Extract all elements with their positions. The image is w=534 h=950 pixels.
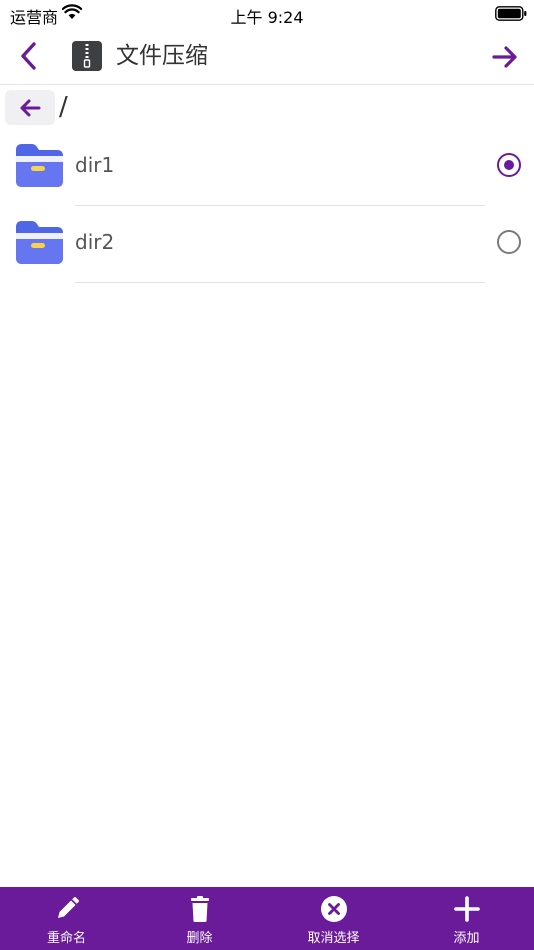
delete-label: 删除 xyxy=(186,931,213,946)
deselect-button[interactable]: 取消选择 xyxy=(267,887,400,950)
forward-arrow-icon[interactable] xyxy=(490,42,520,72)
divider xyxy=(75,282,485,283)
item-name: dir2 xyxy=(75,230,115,254)
folder-icon xyxy=(16,144,63,187)
deselect-label: 取消选择 xyxy=(307,931,360,946)
divider xyxy=(75,205,485,206)
app-screen: 运营商 上午 9:24 文件压缩 / dir1 dir2 重命名 删除 取消选择… xyxy=(0,0,534,950)
left-arrow-icon xyxy=(20,99,41,117)
current-path: / xyxy=(59,92,68,122)
item-name: dir1 xyxy=(75,153,115,177)
pencil-icon xyxy=(57,897,79,918)
plus-icon xyxy=(453,896,480,922)
status-time: 上午 9:24 xyxy=(230,8,304,27)
select-radio[interactable] xyxy=(497,153,521,177)
bottom-toolbar: 重命名 删除 取消选择 添加 xyxy=(0,887,534,950)
delete-button[interactable]: 删除 xyxy=(133,887,266,950)
rename-button[interactable]: 重命名 xyxy=(0,887,133,950)
add-button[interactable]: 添加 xyxy=(400,887,533,950)
path-up-button[interactable] xyxy=(5,90,55,125)
select-radio[interactable] xyxy=(497,230,521,254)
add-label: 添加 xyxy=(453,931,480,946)
close-circle-icon xyxy=(320,896,347,922)
page-title: 文件压缩 xyxy=(116,43,208,69)
battery-icon xyxy=(495,6,527,21)
trash-icon xyxy=(190,896,209,922)
list-item[interactable]: dir2 xyxy=(0,207,534,284)
rename-label: 重命名 xyxy=(46,931,86,946)
zip-archive-icon xyxy=(72,41,102,71)
list-item[interactable]: dir1 xyxy=(0,130,534,207)
folder-icon xyxy=(16,221,63,264)
back-chevron-icon[interactable] xyxy=(14,40,44,72)
status-bar: 运营商 上午 9:24 xyxy=(0,0,534,28)
nav-bar: 文件压缩 xyxy=(0,28,534,85)
